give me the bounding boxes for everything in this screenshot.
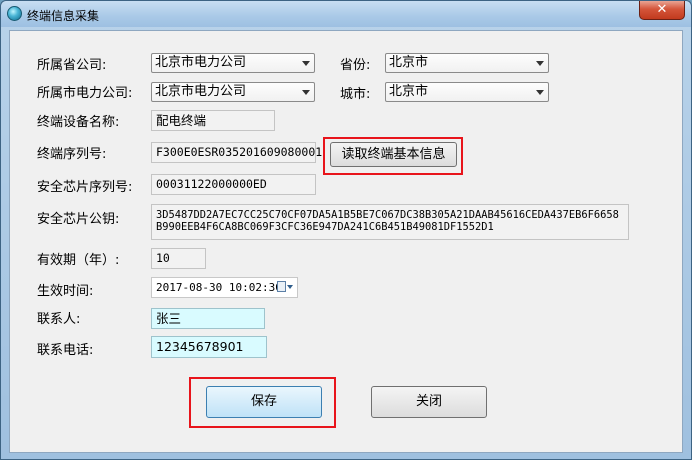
form-panel: 所属省公司: 北京市电力公司 省份: 北京市 所属市电力公司: 北京市电力公司 … xyxy=(9,30,683,453)
chip-pubkey-field[interactable]: 3D5487DD2A7EC7CC25C70CF07DA5A1B5BE7C067D… xyxy=(151,204,629,240)
serial-no-label: 终端序列号: xyxy=(37,147,107,162)
device-name-field[interactable]: 配电终端 xyxy=(151,110,275,131)
province-value: 北京市 xyxy=(389,55,429,70)
province-company-label: 所属省公司: xyxy=(37,58,107,73)
chip-serial-label: 安全芯片序列号: xyxy=(37,180,133,195)
contact-input[interactable]: 张三 xyxy=(151,308,265,329)
contact-label: 联系人: xyxy=(37,312,81,327)
chevron-down-icon xyxy=(302,61,310,66)
calendar-dropdown-icon[interactable] xyxy=(277,281,293,293)
city-company-value: 北京市电力公司 xyxy=(155,84,247,99)
city-label: 城市: xyxy=(340,87,371,102)
city-value: 北京市 xyxy=(389,84,429,99)
chevron-down-icon xyxy=(536,61,544,66)
device-name-label: 终端设备名称: xyxy=(37,115,120,130)
serial-no-field[interactable]: F300E0ESR035201609080001 xyxy=(151,142,322,163)
province-select[interactable]: 北京市 xyxy=(385,53,549,73)
save-button[interactable]: 保存 xyxy=(206,386,322,418)
province-label: 省份: xyxy=(340,58,371,73)
phone-input[interactable]: 12345678901 xyxy=(151,336,267,358)
window-title: 终端信息采集 xyxy=(27,9,100,23)
close-window-button[interactable]: ✕ xyxy=(639,1,685,20)
app-globe-icon xyxy=(7,6,22,21)
city-company-label: 所属市电力公司: xyxy=(37,86,133,101)
title-bar[interactable]: 终端信息采集 ✕ xyxy=(1,1,691,27)
city-select[interactable]: 北京市 xyxy=(385,82,549,102)
read-terminal-info-button[interactable]: 读取终端基本信息 xyxy=(330,142,457,167)
phone-label: 联系电话: xyxy=(37,343,94,358)
city-company-select[interactable]: 北京市电力公司 xyxy=(151,82,315,102)
effective-time-label: 生效时间: xyxy=(37,284,94,299)
validity-field[interactable]: 10 xyxy=(151,248,206,269)
chip-pubkey-label: 安全芯片公钥: xyxy=(37,212,120,227)
chevron-down-icon xyxy=(302,90,310,95)
dialog-window: 终端信息采集 ✕ 所属省公司: 北京市电力公司 省份: 北京市 所属市电力公司:… xyxy=(0,0,692,460)
chip-serial-field[interactable]: 00031122000000ED xyxy=(151,174,316,195)
close-button[interactable]: 关闭 xyxy=(371,386,487,418)
effective-time-value: 2017-08-30 10:02:30 xyxy=(156,281,282,294)
chevron-down-icon xyxy=(536,90,544,95)
effective-time-picker[interactable]: 2017-08-30 10:02:30 xyxy=(151,277,298,298)
province-company-select[interactable]: 北京市电力公司 xyxy=(151,53,315,73)
province-company-value: 北京市电力公司 xyxy=(155,55,247,70)
validity-label: 有效期（年）: xyxy=(37,253,120,268)
